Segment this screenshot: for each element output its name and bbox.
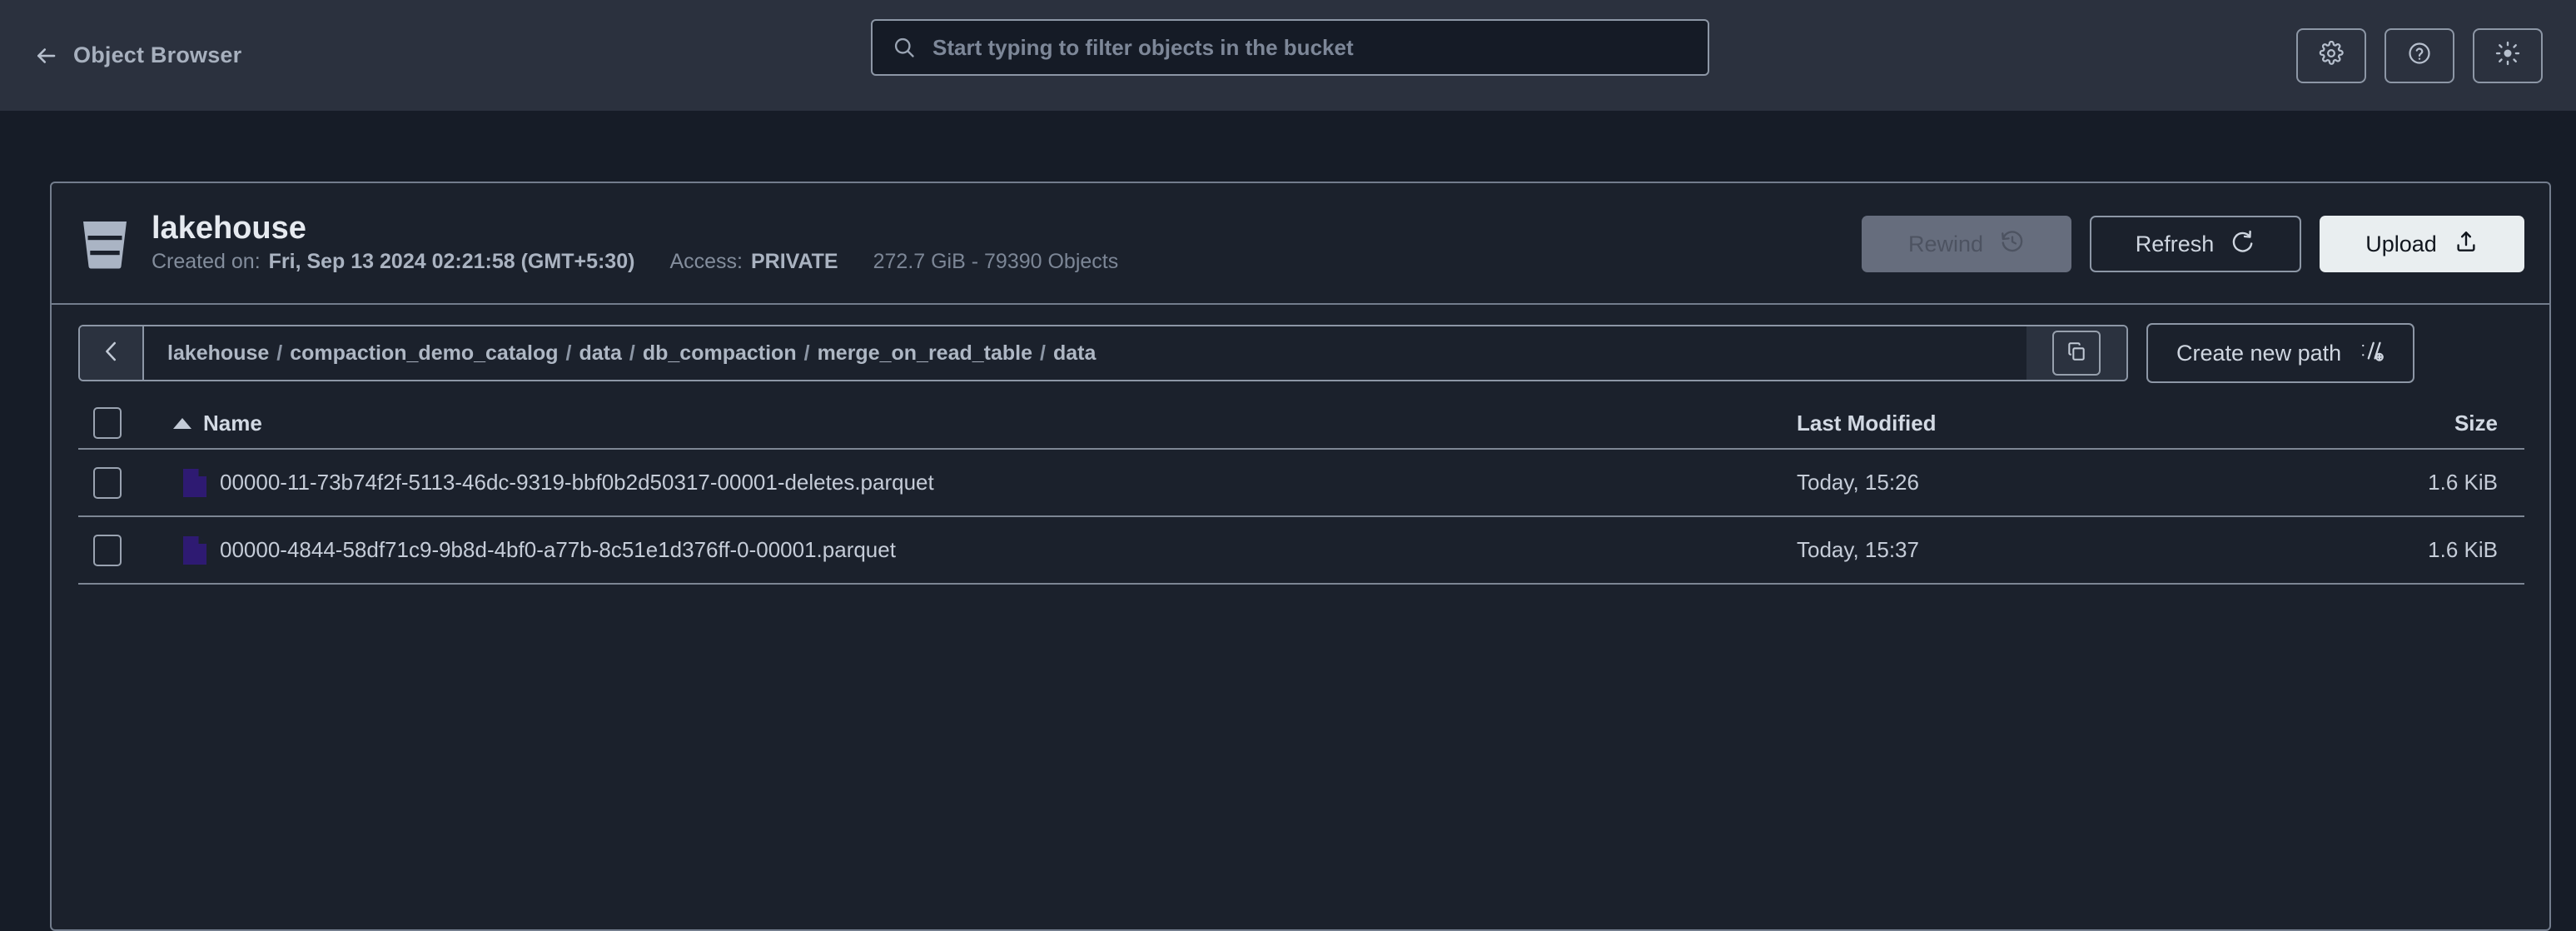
parquet-file-icon — [183, 468, 206, 497]
bucket-subline: Created on: Fri, Sep 13 2024 02:21:58 (G… — [152, 250, 1118, 274]
sort-ascending-icon — [173, 417, 191, 429]
help-button[interactable] — [2385, 27, 2454, 83]
gear-icon — [2319, 40, 2344, 70]
upload-button[interactable]: Upload — [2320, 216, 2524, 272]
parquet-file-icon — [183, 535, 206, 565]
breadcrumb-separator: / — [565, 341, 572, 365]
rewind-label: Rewind — [1907, 231, 1984, 256]
column-header-name[interactable]: Name — [152, 411, 1797, 436]
sun-icon — [2495, 41, 2520, 70]
breadcrumb-copy-cell — [2026, 326, 2126, 380]
access-label: Access: — [669, 250, 743, 274]
row-checkbox[interactable] — [93, 466, 122, 499]
bucket-header: lakehouse Created on: Fri, Sep 13 2024 0… — [52, 183, 2549, 305]
column-header-last-modified[interactable]: Last Modified — [1797, 411, 2346, 436]
objects-table: Name Last Modified Size 00000-11-73b74f2… — [78, 398, 2524, 585]
breadcrumb-separator: / — [1040, 341, 1046, 365]
breadcrumb-segment[interactable]: data — [579, 341, 622, 366]
row-file-name: 00000-11-73b74f2f-5113-46dc-9319-bbf0b2d… — [220, 470, 934, 495]
breadcrumb-separator: / — [803, 341, 810, 365]
bucket-name: lakehouse — [152, 210, 306, 246]
row-file-name: 00000-4844-58df71c9-9b8d-4bf0-a77b-8c51e… — [220, 537, 896, 562]
created-on-label: Created on: — [152, 250, 261, 274]
row-select-cell — [78, 466, 152, 499]
question-circle-icon — [2407, 41, 2432, 70]
search-icon — [893, 35, 918, 60]
column-label-name: Name — [203, 410, 262, 436]
row-select-cell — [78, 534, 152, 566]
created-on-value: Fri, Sep 13 2024 02:21:58 (GMT+5:30) — [268, 250, 635, 274]
bucket-icon — [80, 219, 130, 271]
breadcrumb-segment[interactable]: compaction_demo_catalog — [290, 341, 558, 366]
bucket-meta: lakehouse Created on: Fri, Sep 13 2024 0… — [152, 212, 1118, 275]
refresh-button[interactable]: Refresh — [2090, 216, 2301, 272]
table-row[interactable]: 00000-4844-58df71c9-9b8d-4bf0-a77b-8c51e… — [78, 517, 2524, 585]
refresh-icon — [2230, 229, 2255, 260]
column-header-size[interactable]: Size — [2346, 411, 2524, 436]
back-label: Object Browser — [73, 42, 242, 67]
copy-path-button[interactable] — [2052, 331, 2101, 376]
select-all-cell — [78, 407, 152, 439]
top-bar-actions — [2296, 27, 2543, 83]
breadcrumb-segment[interactable]: lakehouse — [167, 341, 269, 366]
bucket-header-actions: Rewind Refresh Upload — [1862, 183, 2524, 305]
breadcrumb-row: lakehouse / compaction_demo_catalog / da… — [52, 305, 2549, 383]
new-path-icon — [2360, 338, 2385, 369]
rewind-button[interactable]: Rewind — [1862, 216, 2071, 272]
breadcrumb-segment[interactable]: db_compaction — [643, 341, 797, 366]
row-name-cell[interactable]: 00000-11-73b74f2f-5113-46dc-9319-bbf0b2d… — [152, 468, 1797, 497]
create-new-path-label: Create new path — [2176, 340, 2342, 366]
search-input[interactable] — [932, 21, 1688, 74]
row-checkbox[interactable] — [93, 534, 122, 566]
breadcrumb-separator: / — [276, 341, 283, 365]
top-bar: Object Browser — [0, 0, 2576, 111]
settings-button[interactable] — [2296, 27, 2366, 83]
table-row[interactable]: 00000-11-73b74f2f-5113-46dc-9319-bbf0b2d… — [78, 450, 2524, 517]
select-all-checkbox[interactable] — [93, 407, 122, 439]
upload-label: Upload — [2365, 231, 2437, 256]
row-size: 1.6 KiB — [2428, 470, 2498, 495]
upload-icon — [2454, 229, 2479, 260]
row-last-modified: Today, 15:37 — [1797, 537, 1919, 562]
object-browser-panel: lakehouse Created on: Fri, Sep 13 2024 0… — [50, 182, 2551, 931]
arrow-left-icon — [33, 43, 58, 68]
rewind-clock-icon — [2000, 229, 2025, 260]
table-header-row: Name Last Modified Size — [78, 398, 2524, 450]
breadcrumb-segment[interactable]: merge_on_read_table — [818, 341, 1032, 366]
breadcrumb: lakehouse / compaction_demo_catalog / da… — [78, 325, 2128, 381]
breadcrumb-separator: / — [629, 341, 635, 365]
breadcrumb-back-button[interactable] — [80, 326, 144, 380]
access-value: PRIVATE — [750, 250, 838, 274]
refresh-label: Refresh — [2135, 231, 2215, 256]
row-size: 1.6 KiB — [2428, 537, 2498, 562]
row-last-modified: Today, 15:26 — [1797, 470, 1919, 495]
row-name-cell[interactable]: 00000-4844-58df71c9-9b8d-4bf0-a77b-8c51e… — [152, 535, 1797, 565]
copy-icon — [2066, 341, 2087, 366]
theme-toggle-button[interactable] — [2473, 27, 2543, 83]
back-to-object-browser[interactable]: Object Browser — [33, 42, 241, 68]
bucket-usage: 272.7 GiB - 79390 Objects — [873, 250, 1119, 274]
chevron-left-icon — [99, 339, 124, 368]
breadcrumb-path: lakehouse / compaction_demo_catalog / da… — [144, 326, 2026, 380]
create-new-path-button[interactable]: Create new path — [2146, 323, 2415, 383]
breadcrumb-segment[interactable]: data — [1053, 341, 1096, 366]
search-bar[interactable] — [871, 19, 1709, 76]
